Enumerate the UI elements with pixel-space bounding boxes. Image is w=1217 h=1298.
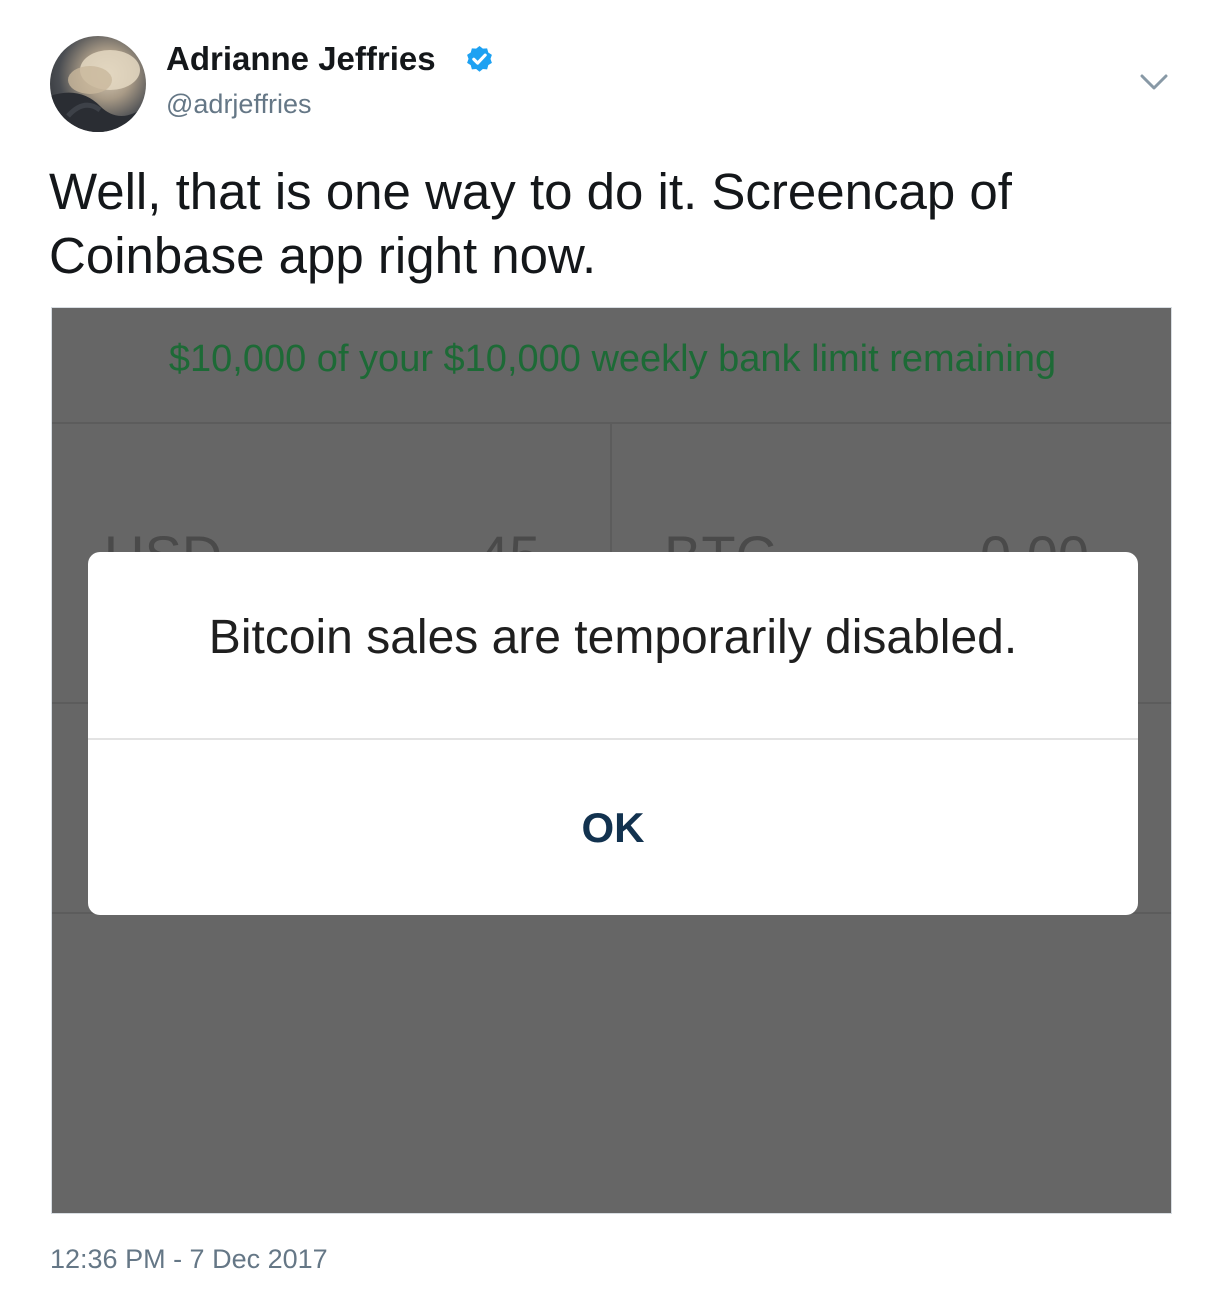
alert-dialog: Bitcoin sales are temporarily disabled. … [88, 552, 1138, 915]
tweet-text: Well, that is one way to do it. Screenca… [49, 163, 1012, 284]
avatar[interactable] [50, 36, 146, 132]
divider [52, 422, 1171, 424]
chevron-down-icon[interactable] [1138, 70, 1170, 94]
author-name[interactable]: Adrianne Jeffries [166, 40, 436, 78]
tweet-timestamp[interactable]: 12:36 PM - 7 Dec 2017 [50, 1244, 328, 1275]
dialog-message: Bitcoin sales are temporarily disabled. [208, 611, 1018, 664]
ok-button[interactable]: OK [88, 740, 1138, 915]
weekly-limit-text: $10,000 of your $10,000 weekly bank limi… [168, 338, 1057, 380]
verified-badge-icon [467, 45, 492, 72]
author-handle[interactable]: @adrjeffries [166, 89, 311, 120]
tweet-card: Adrianne Jeffries @adrjeffries Well, tha… [0, 0, 1217, 1298]
tweet-media-screenshot[interactable]: $10,000 of your $10,000 weekly bank limi… [51, 307, 1172, 1214]
